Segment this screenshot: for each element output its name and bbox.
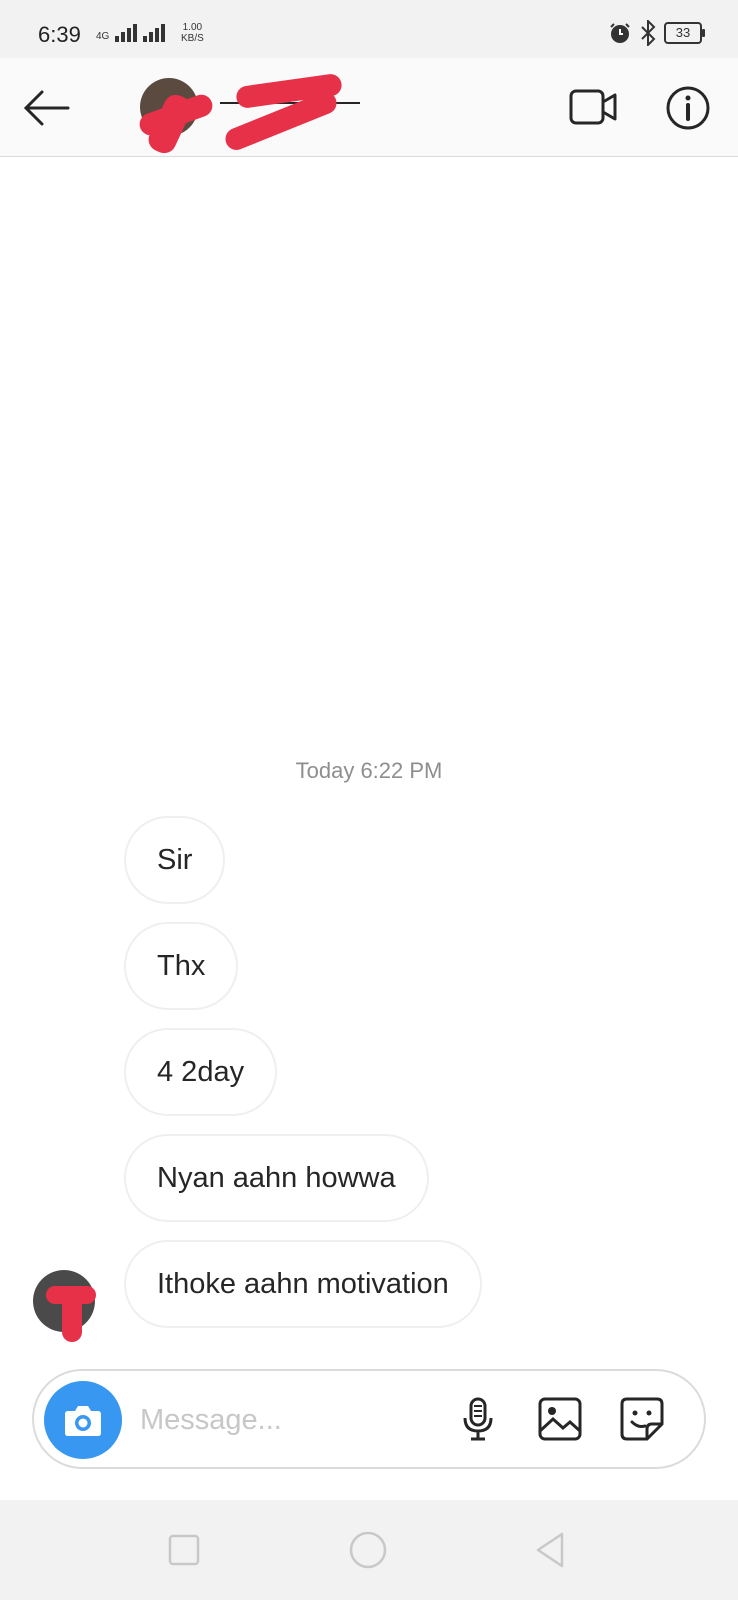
cellular-signal: 4G (96, 22, 166, 42)
signal-bars-icon (143, 22, 166, 42)
speed-unit: KB/S (181, 33, 204, 44)
message-bubble[interactable]: 4 2day (124, 1028, 278, 1116)
message-bubble[interactable]: Nyan aahn howwa (124, 1134, 429, 1222)
message-bubble[interactable]: Ithoke aahn motivation (124, 1240, 482, 1328)
chat-header (0, 58, 738, 158)
gallery-icon[interactable] (536, 1395, 584, 1443)
video-camera-icon[interactable] (568, 84, 620, 130)
back-arrow-icon[interactable] (20, 82, 72, 134)
thread-timestamp: Today 6:22 PM (295, 758, 443, 783)
system-nav-bar (0, 1500, 738, 1600)
network-type-label: 4G (96, 31, 110, 42)
message-bubble[interactable]: Thx (124, 922, 239, 1010)
home-icon[interactable] (348, 1530, 388, 1570)
message-bubble[interactable]: Sir (124, 816, 226, 904)
nav-back-icon[interactable] (532, 1530, 572, 1570)
camera-button[interactable] (44, 1381, 122, 1459)
status-time: 6:39 (38, 22, 81, 47)
redaction-mark (62, 1290, 82, 1342)
status-bar: 6:39 4G 1.00 KB/S 33 (0, 0, 738, 58)
microphone-icon[interactable] (454, 1395, 502, 1443)
recent-apps-icon[interactable] (164, 1530, 204, 1570)
battery-level: 33 (675, 25, 691, 40)
message-composer (32, 1369, 706, 1469)
sticker-icon[interactable] (618, 1395, 666, 1443)
battery-indicator: 33 (664, 22, 705, 44)
info-icon[interactable] (664, 84, 712, 132)
alarm-icon (610, 23, 630, 43)
speed-value: 1.00 (182, 22, 203, 33)
network-speed: 1.00 KB/S (181, 22, 204, 44)
camera-icon (65, 1406, 101, 1436)
signal-bars-icon (115, 22, 138, 42)
status-right: 33 (608, 20, 705, 46)
message-input[interactable] (138, 1393, 442, 1447)
bluetooth-icon (641, 20, 656, 46)
